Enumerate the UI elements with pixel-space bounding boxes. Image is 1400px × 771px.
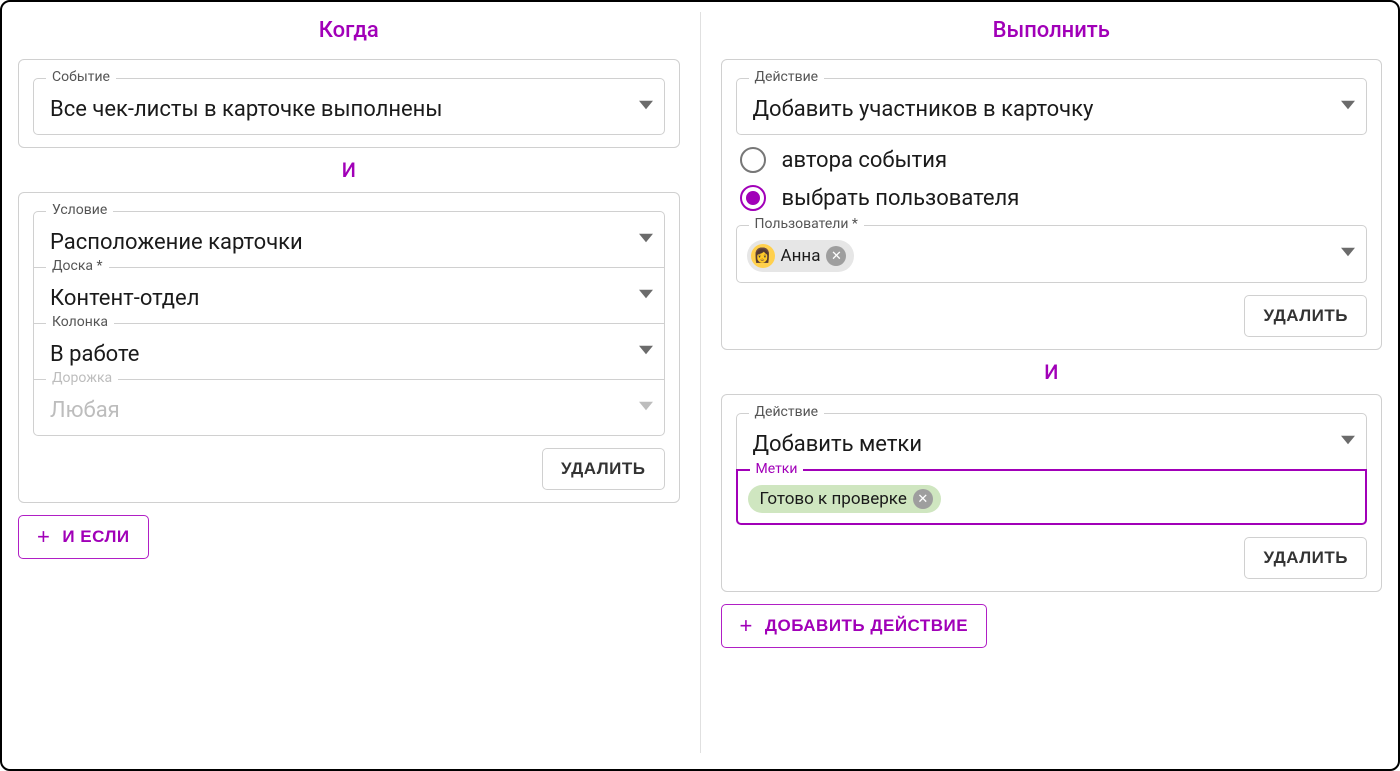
plus-icon: + [37,526,50,548]
event-card: Событие Все чек-листы в карточке выполне… [18,59,680,148]
action2-label: Действие [749,405,825,419]
radio1-label: автора события [782,148,948,173]
condition-select[interactable]: Условие Расположение карточки [33,211,665,268]
users-chip-row: 👩 Анна ✕ [737,226,1331,282]
add-condition-button[interactable]: + И ЕСЛИ [18,515,149,559]
remove-chip-icon[interactable]: ✕ [913,489,933,509]
board-select[interactable]: Доска * Контент-отдел [33,267,665,324]
radio-icon [740,185,766,211]
when-title: Когда [18,18,680,43]
avatar-icon: 👩 [751,244,775,268]
column-value: В работе [34,324,628,379]
run-title: Выполнить [721,18,1383,43]
chevron-down-icon [628,98,664,116]
column-select[interactable]: Колонка В работе [33,323,665,380]
automation-rule-editor: Когда Событие Все чек-листы в карточке в… [0,0,1400,771]
event-select[interactable]: Событие Все чек-листы в карточке выполне… [33,78,665,135]
chevron-down-icon [1330,98,1366,116]
action-card-2: Действие Добавить метки Метки Готово к п… [721,394,1383,592]
run-connector: И [721,360,1383,384]
chevron-down-icon [1330,245,1366,263]
labels-label: Метки [750,462,804,476]
event-label: Событие [46,70,116,84]
plus-icon: + [740,615,753,637]
action2-select[interactable]: Действие Добавить метки [736,413,1368,470]
add-action-label: ДОБАВИТЬ ДЕЙСТВИЕ [765,616,968,636]
label-chip-text: Готово к проверке [760,489,907,509]
condition-value: Расположение карточки [34,212,628,267]
board-label: Доска * [46,259,109,273]
radio-pick-user[interactable]: выбрать пользователя [740,185,1368,211]
user-chip-label: Анна [781,246,821,266]
lane-select[interactable]: Дорожка Любая [33,379,665,436]
chevron-down-icon [628,231,664,249]
users-select[interactable]: Пользователи * 👩 Анна ✕ [736,225,1368,283]
label-chip: Готово к проверке ✕ [748,485,941,513]
run-column: Выполнить Действие Добавить участников в… [721,12,1383,753]
chevron-down-icon [628,399,664,417]
event-value: Все чек-листы в карточке выполнены [34,79,628,134]
chevron-down-icon [628,343,664,361]
action2-delete-button[interactable]: УДАЛИТЬ [1244,537,1367,579]
add-condition-label: И ЕСЛИ [62,527,129,547]
chevron-down-icon [1330,433,1366,451]
labels-select[interactable]: Метки Готово к проверке ✕ [736,469,1368,525]
user-chip: 👩 Анна ✕ [747,240,855,272]
add-action-button[interactable]: + ДОБАВИТЬ ДЕЙСТВИЕ [721,604,988,648]
condition-card: Условие Расположение карточки Доска * Ко… [18,192,680,503]
board-value: Контент-отдел [34,268,628,323]
radio-event-author[interactable]: автора события [740,147,1368,173]
column-divider [700,12,701,753]
radio2-label: выбрать пользователя [782,186,1020,211]
action2-value: Добавить метки [737,414,1331,469]
action1-label: Действие [749,70,825,84]
action1-select[interactable]: Действие Добавить участников в карточку [736,78,1368,135]
action1-delete-button[interactable]: УДАЛИТЬ [1244,295,1367,337]
condition-label: Условие [46,203,113,217]
column-label: Колонка [46,315,114,329]
labels-chip-row: Готово к проверке ✕ [738,471,1366,523]
chevron-down-icon [628,287,664,305]
users-label: Пользователи * [749,217,864,231]
radio-icon [740,147,766,173]
action-card-1: Действие Добавить участников в карточку … [721,59,1383,350]
lane-placeholder: Любая [34,380,628,435]
when-connector: И [18,158,680,182]
action1-value: Добавить участников в карточку [737,79,1331,134]
condition-delete-button[interactable]: УДАЛИТЬ [542,448,665,490]
lane-label: Дорожка [46,371,118,385]
remove-chip-icon[interactable]: ✕ [826,246,846,266]
when-column: Когда Событие Все чек-листы в карточке в… [18,12,680,753]
